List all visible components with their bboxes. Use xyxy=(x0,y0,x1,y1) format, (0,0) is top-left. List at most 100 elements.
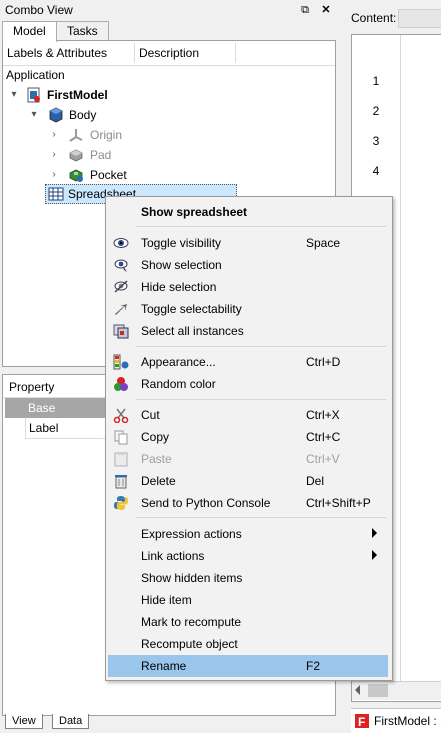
context-menu: Show spreadsheet Toggle visibility Space… xyxy=(105,196,393,681)
menu-item-shortcut: F2 xyxy=(306,659,321,673)
eye-icon xyxy=(113,238,129,248)
menu-item-shortcut: Space xyxy=(306,236,341,250)
content-input[interactable] xyxy=(398,9,441,28)
tree-item-origin[interactable]: › Origin xyxy=(6,125,206,145)
spreadsheet-icon xyxy=(48,187,64,201)
chevron-down-icon[interactable]: ▾ xyxy=(29,105,39,125)
menu-item-shortcut: Ctrl+X xyxy=(306,408,340,422)
row-header-2[interactable]: 2 xyxy=(352,96,400,126)
menu-item-show-spreadsheet[interactable]: Show spreadsheet xyxy=(108,201,388,223)
property-name: Label xyxy=(29,421,59,435)
scroll-left-icon[interactable] xyxy=(355,685,360,695)
menu-item-label: Select all instances xyxy=(141,324,244,338)
menu-item-mark-to-recompute[interactable]: Mark to recompute xyxy=(108,611,388,633)
menu-item-hide-item[interactable]: Hide item xyxy=(108,589,388,611)
menu-item-send-to-python-console[interactable]: Send to Python Console Ctrl+Shift+P xyxy=(108,492,388,514)
tab-model[interactable]: Model xyxy=(2,21,57,42)
body-icon xyxy=(49,107,63,123)
menu-item-random-color[interactable]: Random color xyxy=(108,373,388,395)
menu-item-shortcut: Ctrl+C xyxy=(306,430,341,444)
row-header-1[interactable]: 1 xyxy=(352,66,400,96)
tree-item-pad[interactable]: › Pad xyxy=(6,145,206,165)
tree-item-pocket[interactable]: › Pocket xyxy=(6,165,206,185)
menu-item-show-selection[interactable]: Show selection xyxy=(108,254,388,276)
menu-item-show-hidden-items[interactable]: Show hidden items xyxy=(108,567,388,589)
chevron-down-icon[interactable]: ▾ xyxy=(9,85,19,105)
menu-item-label: Delete xyxy=(141,474,176,488)
tree-item-firstmodel[interactable]: ▾ FirstModel xyxy=(6,85,206,105)
menu-item-cut[interactable]: Cut Ctrl+X xyxy=(108,404,388,426)
column-labels-attributes[interactable]: Labels & Attributes xyxy=(7,46,107,60)
tree-item-label: Origin xyxy=(90,128,123,142)
menu-item-link-actions[interactable]: Link actions xyxy=(108,545,388,567)
hide-selection-icon xyxy=(114,280,128,293)
svg-text:F: F xyxy=(358,715,365,729)
menu-item-toggle-visibility[interactable]: Toggle visibility Space xyxy=(108,232,388,254)
chevron-right-icon[interactable]: › xyxy=(49,125,59,145)
menu-item-delete[interactable]: Delete Del xyxy=(108,470,388,492)
menu-item-copy[interactable]: Copy Ctrl+C xyxy=(108,426,388,448)
float-window-icon[interactable]: ⧉ xyxy=(298,3,312,17)
pad-icon xyxy=(69,149,83,162)
document-tab[interactable]: F FirstModel : 1 xyxy=(351,708,441,733)
scissors-icon xyxy=(113,408,129,423)
tree-item-label: FirstModel xyxy=(47,88,108,102)
python-icon xyxy=(114,496,128,510)
menu-item-label: Send to Python Console xyxy=(141,496,271,510)
tab-tasks[interactable]: Tasks xyxy=(56,21,109,41)
horizontal-scrollbar[interactable] xyxy=(352,681,441,700)
tree-section-application: Application xyxy=(6,68,65,82)
menu-item-label: Appearance... xyxy=(141,355,216,369)
tab-data[interactable]: Data xyxy=(52,714,90,729)
tree-item-body[interactable]: ▾ Body xyxy=(6,105,206,125)
pocket-icon xyxy=(69,169,83,182)
menu-item-label: Mark to recompute xyxy=(141,615,242,629)
submenu-arrow-icon xyxy=(372,528,377,538)
menu-item-hide-selection[interactable]: Hide selection xyxy=(108,276,388,298)
scrollbar-thumb[interactable] xyxy=(368,684,388,697)
menu-item-label: Paste xyxy=(141,452,172,466)
menu-separator xyxy=(136,346,386,347)
origin-icon xyxy=(69,129,83,142)
menu-item-label: Link actions xyxy=(141,549,205,563)
paste-icon xyxy=(114,452,128,467)
menu-item-label: Toggle selectability xyxy=(141,302,242,316)
row-header-3[interactable]: 3 xyxy=(352,126,400,156)
menu-item-label: Show hidden items xyxy=(141,571,243,585)
column-description[interactable]: Description xyxy=(139,46,199,60)
menu-item-appearance[interactable]: Appearance... Ctrl+D xyxy=(108,351,388,373)
delete-icon xyxy=(115,475,127,489)
menu-item-label: Cut xyxy=(141,408,160,422)
menu-separator xyxy=(136,226,386,227)
menu-item-rename[interactable]: Rename F2 xyxy=(108,655,388,677)
show-selection-icon xyxy=(114,259,128,272)
menu-item-paste: Paste Ctrl+V xyxy=(108,448,388,470)
select-instances-icon xyxy=(113,324,129,339)
freecad-icon: F xyxy=(355,714,369,729)
tab-view[interactable]: View xyxy=(5,714,43,729)
chevron-right-icon[interactable]: › xyxy=(49,145,59,165)
cursor-icon xyxy=(115,304,127,315)
menu-item-recompute-object[interactable]: Recompute object xyxy=(108,633,388,655)
menu-item-select-all-instances[interactable]: Select all instances xyxy=(108,320,388,342)
close-icon[interactable]: ✕ xyxy=(319,3,333,17)
menu-item-shortcut: Ctrl+D xyxy=(306,355,341,369)
chevron-right-icon[interactable]: › xyxy=(49,165,59,185)
property-group-base[interactable]: Base xyxy=(5,398,107,418)
row-header-4[interactable]: 4 xyxy=(352,156,400,186)
menu-item-toggle-selectability[interactable]: Toggle selectability xyxy=(108,298,388,320)
column-divider xyxy=(400,35,401,681)
menu-separator xyxy=(136,399,386,400)
property-row-label[interactable]: Label xyxy=(25,418,108,439)
tree-item-label: Pad xyxy=(90,148,112,162)
column-divider xyxy=(134,43,135,63)
property-column[interactable]: Property xyxy=(9,380,54,394)
menu-item-label: Hide item xyxy=(141,593,192,607)
submenu-arrow-icon xyxy=(372,550,377,560)
menu-item-shortcut: Del xyxy=(306,474,325,488)
combo-view-titlebar: Combo View ⧉ ✕ xyxy=(0,0,341,20)
menu-item-label: Random color xyxy=(141,377,216,391)
menu-item-label: Hide selection xyxy=(141,280,217,294)
menu-item-expression-actions[interactable]: Expression actions xyxy=(108,523,388,545)
document-tab-label: FirstModel : 1 xyxy=(374,714,441,728)
